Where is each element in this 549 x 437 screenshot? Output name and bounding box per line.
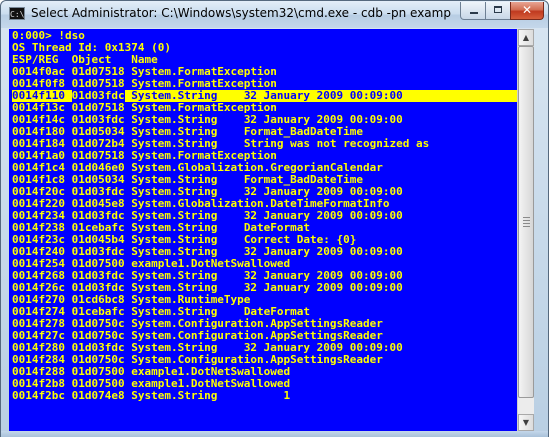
console-window: C:\ Select Administrator: C:\Windows\sys… [0,0,549,437]
arrow-down-icon: ▼ [522,418,530,427]
title-bar[interactable]: C:\ Select Administrator: C:\Windows\sys… [1,1,548,28]
minimize-button[interactable] [460,2,486,20]
grip-line [523,226,530,227]
string-value-cell: 32 January 2009 00:09:00 [243,281,403,294]
string-value-cell: 1 [243,389,291,402]
console-text: 0:000> !dso OS Thread Id: 0x1374 (0) ESP/R… [9,29,517,402]
grip-line [523,223,530,224]
object-cell: 01d074e8 [71,389,125,402]
arrow-up-icon: ▲ [522,33,530,42]
window-title: Select Administrator: C:\Windows\system3… [31,6,451,20]
window-frame-bottom [1,431,548,437]
table-row: 0014f2bc 01d074e8 System.String 1 [12,390,517,402]
type-name-cell: System.String [131,389,218,402]
minimize-icon [470,12,478,14]
close-button[interactable]: ✕ [510,2,544,20]
vertical-scrollbar[interactable]: ▲ ▼ [517,29,534,431]
scroll-up-button[interactable]: ▲ [518,29,534,46]
maximize-button[interactable] [485,2,511,20]
scroll-down-button[interactable]: ▼ [518,414,534,431]
close-icon: ✕ [521,3,533,17]
cmd-app-icon[interactable]: C:\ [9,7,25,20]
esp-cell: 0014f2bc [12,389,65,402]
maximize-icon [494,6,502,13]
grip-line [523,217,530,218]
grip-line [523,220,530,221]
scroll-thumb[interactable] [518,46,534,398]
console-output[interactable]: 0:000> !dso OS Thread Id: 0x1374 (0) ESP/R… [9,29,517,431]
